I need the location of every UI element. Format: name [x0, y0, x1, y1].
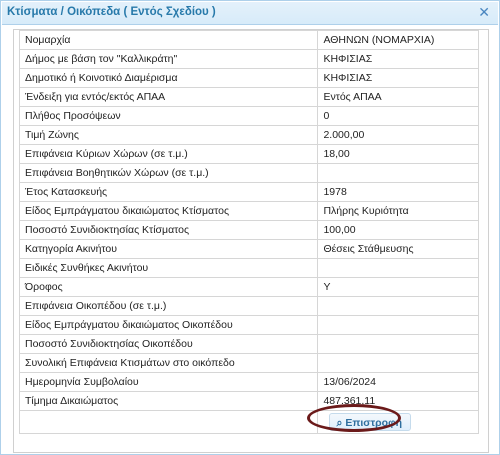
back-button[interactable]: ⌕ Επιστροφή	[329, 412, 411, 431]
field-value: ΑΘΗΝΩΝ (ΝΟΜΑΡΧΙΑ)	[317, 30, 479, 50]
field-label: Ημερομηνία Συμβολαίου	[18, 372, 319, 392]
field-value: 18,00	[317, 144, 479, 164]
field-label: Δημοτικό ή Κοινοτικό Διαμέρισμα	[18, 68, 319, 88]
field-label: Ποσοστό Συνιδιοκτησίας Κτίσματος	[18, 220, 319, 240]
table-row: Τιμή Ζώνης 2.000,00	[18, 125, 479, 145]
field-value	[317, 163, 479, 183]
field-value	[317, 258, 479, 278]
table-row: Δήμος με βάση τον "Καλλικράτη" ΚΗΦΙΣΙΑΣ	[18, 49, 479, 69]
table-row: Ποσοστό Συνιδιοκτησίας Κτίσματος 100,00	[18, 220, 479, 240]
table-row: Έτος Κατασκευής 1978	[18, 182, 479, 202]
table-row: Όροφος Υ	[18, 277, 479, 297]
dialog-content: Νομαρχία ΑΘΗΝΩΝ (ΝΟΜΑΡΧΙΑ) Δήμος με βάση τ…	[13, 29, 489, 453]
field-value: 2.000,00	[317, 125, 479, 145]
table-row: Ημερομηνία Συμβολαίου 13/06/2024	[18, 372, 479, 392]
table-row: Επιφάνεια Βοηθητικών Χώρων (σε τ.μ.)	[18, 163, 479, 183]
field-value: 487.361,11	[317, 391, 479, 411]
back-button-label: Επιστροφή	[345, 416, 402, 429]
field-label: Τιμή Ζώνης	[18, 125, 319, 145]
actions-row-spacer	[18, 410, 319, 434]
field-label: Δήμος με βάση τον "Καλλικράτη"	[18, 49, 319, 69]
field-value	[317, 353, 479, 373]
field-label: Νομαρχία	[18, 30, 319, 50]
search-icon: ⌕	[336, 416, 343, 429]
table-row: Επιφάνεια Οικοπέδου (σε τ.μ.)	[18, 296, 479, 316]
field-label: Είδος Εμπράγματου δικαιώματος Οικοπέδου	[18, 315, 319, 335]
actions-row: ⌕ Επιστροφή	[18, 410, 479, 434]
field-label: Επιφάνεια Οικοπέδου (σε τ.μ.)	[18, 296, 319, 316]
property-info-table: Νομαρχία ΑΘΗΝΩΝ (ΝΟΜΑΡΧΙΑ) Δήμος με βάση τ…	[18, 30, 479, 434]
field-value: ΚΗΦΙΣΙΑΣ	[317, 49, 479, 69]
field-label: Κατηγορία Ακινήτου	[18, 239, 319, 259]
dialog-titlebar: Κτίσματα / Οικόπεδα ( Εντός Σχεδίου ) ✕	[2, 2, 498, 25]
field-label: Ειδικές Συνθήκες Ακινήτου	[18, 258, 319, 278]
field-label: Είδος Εμπράγματου δικαιώματος Κτίσματος	[18, 201, 319, 221]
table-row: Νομαρχία ΑΘΗΝΩΝ (ΝΟΜΑΡΧΙΑ)	[18, 30, 479, 50]
table-row: Τίμημα Δικαιώματος 487.361,11	[18, 391, 479, 411]
table-row: Συνολική Επιφάνεια Κτισμάτων στο οικόπεδ…	[18, 353, 479, 373]
table-row: Είδος Εμπράγματου δικαιώματος Οικοπέδου	[18, 315, 479, 335]
field-label: Επιφάνεια Κύριων Χώρων (σε τ.μ.)	[18, 144, 319, 164]
field-label: Ένδειξη για εντός/εκτός ΑΠΑΑ	[18, 87, 319, 107]
field-label: Συνολική Επιφάνεια Κτισμάτων στο οικόπεδ…	[18, 353, 319, 373]
field-value: ΚΗΦΙΣΙΑΣ	[317, 68, 479, 88]
table-row: Ένδειξη για εντός/εκτός ΑΠΑΑ Εντός ΑΠΑΑ	[18, 87, 479, 107]
table-row: Δημοτικό ή Κοινοτικό Διαμέρισμα ΚΗΦΙΣΙΑΣ	[18, 68, 479, 88]
dialog-title: Κτίσματα / Οικόπεδα ( Εντός Σχεδίου )	[7, 6, 216, 18]
field-value	[317, 315, 479, 335]
field-label: Πλήθος Προσόψεων	[18, 106, 319, 126]
table-row: Είδος Εμπράγματου δικαιώματος Κτίσματος Π…	[18, 201, 479, 221]
property-details-dialog: Κτίσματα / Οικόπεδα ( Εντός Σχεδίου ) ✕ …	[0, 0, 500, 455]
field-label: Ποσοστό Συνιδιοκτησίας Οικοπέδου	[18, 334, 319, 354]
field-value: 1978	[317, 182, 479, 202]
field-value: Υ	[317, 277, 479, 297]
table-row: Ειδικές Συνθήκες Ακινήτου	[18, 258, 479, 278]
field-value: 13/06/2024	[317, 372, 479, 392]
table-row: Κατηγορία Ακινήτου Θέσεις Στάθμευσης	[18, 239, 479, 259]
actions-row-cell: ⌕ Επιστροφή	[317, 410, 479, 434]
field-label: Επιφάνεια Βοηθητικών Χώρων (σε τ.μ.)	[18, 163, 319, 183]
field-value	[317, 334, 479, 354]
field-label: Έτος Κατασκευής	[18, 182, 319, 202]
table-row: Ποσοστό Συνιδιοκτησίας Οικοπέδου	[18, 334, 479, 354]
field-value: Εντός ΑΠΑΑ	[317, 87, 479, 107]
table-row: Πλήθος Προσόψεων 0	[18, 106, 479, 126]
field-value	[317, 296, 479, 316]
field-value: 100,00	[317, 220, 479, 240]
field-label: Όροφος	[18, 277, 319, 297]
field-value: Θέσεις Στάθμευσης	[317, 239, 479, 259]
close-icon[interactable]: ✕	[478, 4, 490, 21]
field-value: Πλήρης Κυριότητα	[317, 201, 479, 221]
table-row: Επιφάνεια Κύριων Χώρων (σε τ.μ.) 18,00	[18, 144, 479, 164]
field-label: Τίμημα Δικαιώματος	[18, 391, 319, 411]
field-value: 0	[317, 106, 479, 126]
